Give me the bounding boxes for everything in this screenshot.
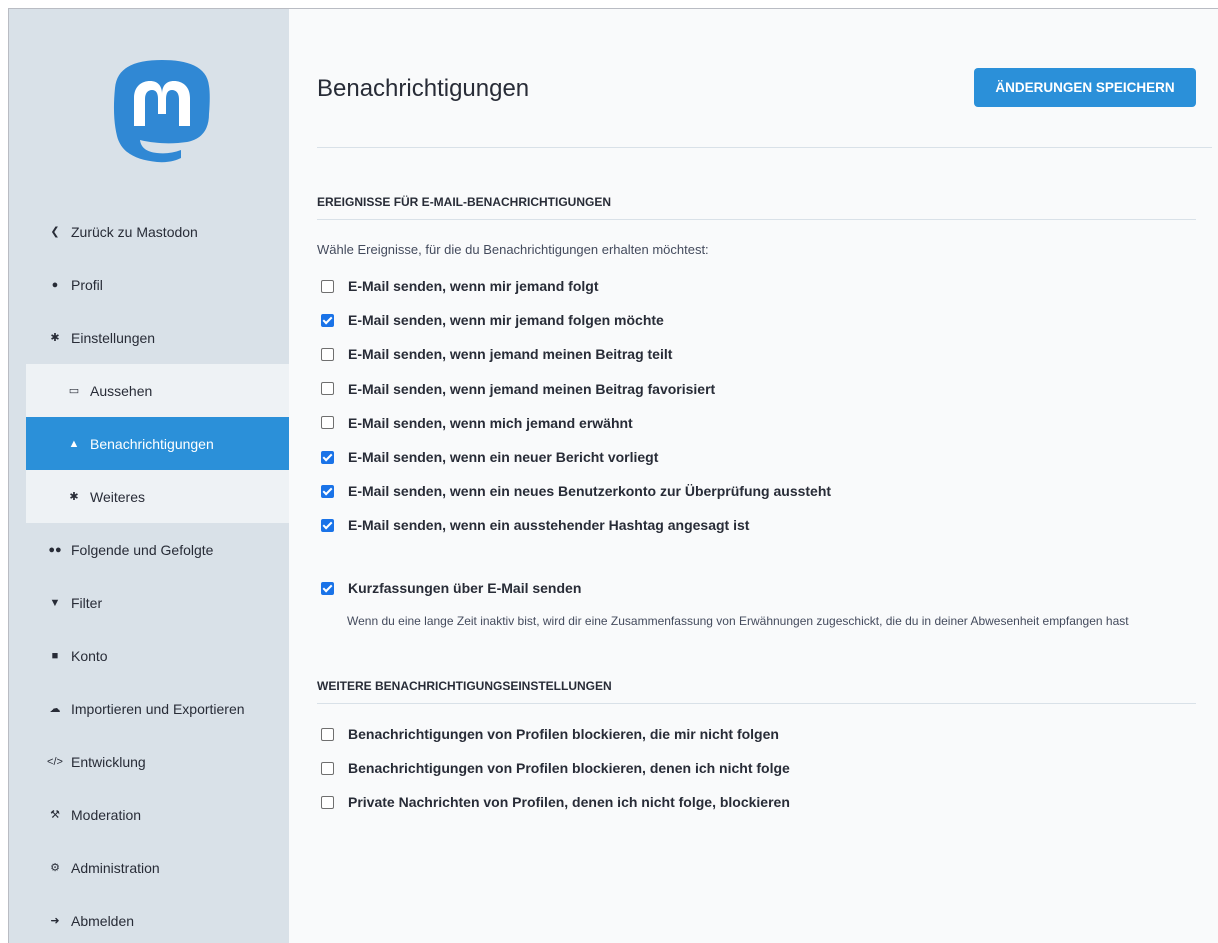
checkbox-label: E-Mail senden, wenn mich jemand erwähnt — [348, 414, 633, 431]
sidebar-item-label: Abmelden — [71, 912, 135, 929]
checkbox-row[interactable]: Benachrichtigungen von Profilen blockier… — [321, 724, 779, 744]
checkbox[interactable] — [321, 416, 334, 430]
checkbox-label: E-Mail senden, wenn jemand meinen Beitra… — [348, 380, 716, 397]
sidebar-item-back[interactable]: ❮ Zurück zu Mastodon — [9, 205, 289, 258]
checkbox-label: E-Mail senden, wenn ein neues Benutzerko… — [348, 483, 832, 500]
divider — [317, 703, 1196, 704]
sidebar-item-label: Zurück zu Mastodon — [71, 223, 198, 240]
checkbox[interactable] — [321, 279, 334, 293]
checkbox[interactable] — [321, 518, 334, 532]
save-changes-button[interactable]: ÄNDERUNGEN SPEICHERN — [974, 68, 1196, 107]
checkbox-label: E-Mail senden, wenn ein neuer Bericht vo… — [348, 449, 659, 465]
users-icon: ●● — [48, 543, 62, 556]
cloud-upload-icon: ☁ — [49, 703, 61, 715]
digest-checkbox[interactable] — [321, 581, 334, 595]
sidebar-item-label: Weiteres — [90, 488, 145, 505]
main-content: Benachrichtigungen ÄNDERUNGEN SPEICHERN … — [289, 9, 1218, 943]
sidebar-item-label: Folgende und Gefolgte — [71, 541, 214, 558]
sidebar-item-label: Moderation — [71, 806, 142, 823]
sidebar-item-moderation[interactable]: ⚒ Moderation — [9, 788, 289, 841]
sidebar-item-label: Filter — [71, 594, 103, 611]
checkbox-label: Private Nachrichten von Profilen, denen … — [348, 794, 790, 810]
app-frame: ❮ Zurück zu Mastodon ● Profil ✱ Einstell… — [8, 8, 1218, 943]
checkbox[interactable] — [321, 347, 334, 361]
sidebar-item-label: Profil — [71, 276, 103, 293]
checkbox-label: E-Mail senden, wenn mir jemand folgt — [348, 278, 599, 294]
sidebar-item-logout[interactable]: ➜ Abmelden — [9, 894, 289, 943]
checkbox-label: E-Mail senden, wenn ein ausstehender Has… — [348, 517, 750, 534]
checkbox[interactable] — [321, 484, 334, 498]
sidebar-item-appearance[interactable]: ▭ Aussehen — [26, 364, 289, 417]
sidebar-item-profile[interactable]: ● Profil — [9, 258, 289, 311]
sidebar-item-development[interactable]: </> Entwicklung — [9, 735, 289, 788]
sidebar-item-notifications[interactable]: ▲ Benachrichtigungen — [26, 417, 289, 470]
sign-out-icon: ➜ — [50, 915, 60, 927]
sidebar-item-label: Aussehen — [90, 382, 153, 399]
sidebar-item-relationships[interactable]: ●● Folgende und Gefolgte — [9, 523, 289, 576]
checkbox-label: E-Mail senden, wenn mir jemand folgen mö… — [348, 312, 664, 329]
checkbox-row[interactable]: Private Nachrichten von Profilen, denen … — [321, 792, 790, 812]
email-section-heading: EREIGNISSE FÜR E-MAIL-BENACHRICHTIGUNGEN — [317, 195, 612, 209]
gear-icon: ✱ — [69, 491, 79, 503]
checkbox-row[interactable]: E-Mail senden, wenn ein neuer Bericht vo… — [321, 447, 658, 467]
divider — [317, 219, 1196, 220]
sidebar-item-settings[interactable]: ✱ Einstellungen — [9, 311, 289, 364]
page-title: Benachrichtigungen — [317, 75, 530, 102]
sidebar-item-import-export[interactable]: ☁ Importieren und Exportieren — [9, 682, 289, 735]
checkbox-row[interactable]: E-Mail senden, wenn jemand meinen Beitra… — [321, 344, 672, 364]
settings-subnav: ▭ Aussehen ▲ Benachrichtigungen ✱ Weiter… — [26, 364, 289, 523]
sidebar-item-label: Entwicklung — [71, 753, 146, 770]
sidebar-item-other[interactable]: ✱ Weiteres — [26, 470, 289, 523]
code-icon: </> — [47, 755, 63, 768]
checkbox-row[interactable]: E-Mail senden, wenn mir jemand folgen mö… — [321, 310, 664, 330]
divider — [317, 147, 1212, 148]
mastodon-logo-icon[interactable] — [107, 56, 217, 168]
other-section-heading: WEITERE BENACHRICHTIGUNGSEINSTELLUNGEN — [317, 679, 612, 693]
checkbox-row[interactable]: E-Mail senden, wenn mir jemand folgt — [321, 276, 598, 296]
sidebar-item-administration[interactable]: ⚙ Administration — [9, 841, 289, 894]
user-icon: ● — [51, 278, 59, 291]
gear-icon: ✱ — [50, 332, 60, 344]
digest-hint: Wenn du eine lange Zeit inaktiv bist, wi… — [347, 614, 1129, 628]
sidebar-item-label: Administration — [71, 859, 160, 876]
checkbox-label: Benachrichtigungen von Profilen blockier… — [348, 726, 779, 742]
checkbox[interactable] — [321, 313, 334, 327]
checkbox-label: E-Mail senden, wenn jemand meinen Beitra… — [348, 346, 673, 363]
sidebar-nav: ❮ Zurück zu Mastodon ● Profil ✱ Einstell… — [9, 205, 289, 943]
chevron-left-icon: ❮ — [50, 226, 60, 238]
desktop-icon: ▭ — [68, 385, 80, 397]
checkbox-row[interactable]: E-Mail senden, wenn jemand meinen Beitra… — [321, 379, 715, 399]
gavel-icon: ⚒ — [50, 809, 60, 821]
sidebar-item-label: Importieren und Exportieren — [71, 700, 245, 717]
checkbox[interactable] — [321, 727, 334, 741]
bell-icon: ▲ — [68, 437, 80, 450]
sidebar-item-label: Benachrichtigungen — [90, 435, 214, 452]
checkbox-row[interactable]: E-Mail senden, wenn ein neues Benutzerko… — [321, 481, 831, 501]
sidebar: ❮ Zurück zu Mastodon ● Profil ✱ Einstell… — [9, 9, 289, 943]
checkbox[interactable] — [321, 795, 334, 809]
sidebar-item-label: Einstellungen — [71, 329, 156, 346]
checkbox-row[interactable]: Benachrichtigungen von Profilen blockier… — [321, 758, 790, 778]
lock-icon: ■ — [51, 649, 59, 662]
cogs-icon: ⚙ — [50, 862, 60, 874]
sidebar-item-label: Konto — [71, 647, 108, 664]
checkbox[interactable] — [321, 382, 334, 396]
checkbox[interactable] — [321, 450, 334, 464]
sidebar-item-filter[interactable]: ▼ Filter — [9, 576, 289, 629]
digest-checkbox-row[interactable]: Kurzfassungen über E-Mail senden — [321, 578, 581, 598]
email-section-hint: Wähle Ereignisse, für die du Benachricht… — [317, 242, 709, 257]
checkbox-label: Benachrichtigungen von Profilen blockier… — [348, 760, 790, 776]
checkbox-row[interactable]: E-Mail senden, wenn mich jemand erwähnt — [321, 413, 633, 433]
digest-label: Kurzfassungen über E-Mail senden — [348, 580, 582, 596]
checkbox[interactable] — [321, 761, 334, 775]
filter-icon: ▼ — [49, 596, 61, 609]
checkbox-row[interactable]: E-Mail senden, wenn ein ausstehender Has… — [321, 515, 749, 535]
sidebar-item-account[interactable]: ■ Konto — [9, 629, 289, 682]
